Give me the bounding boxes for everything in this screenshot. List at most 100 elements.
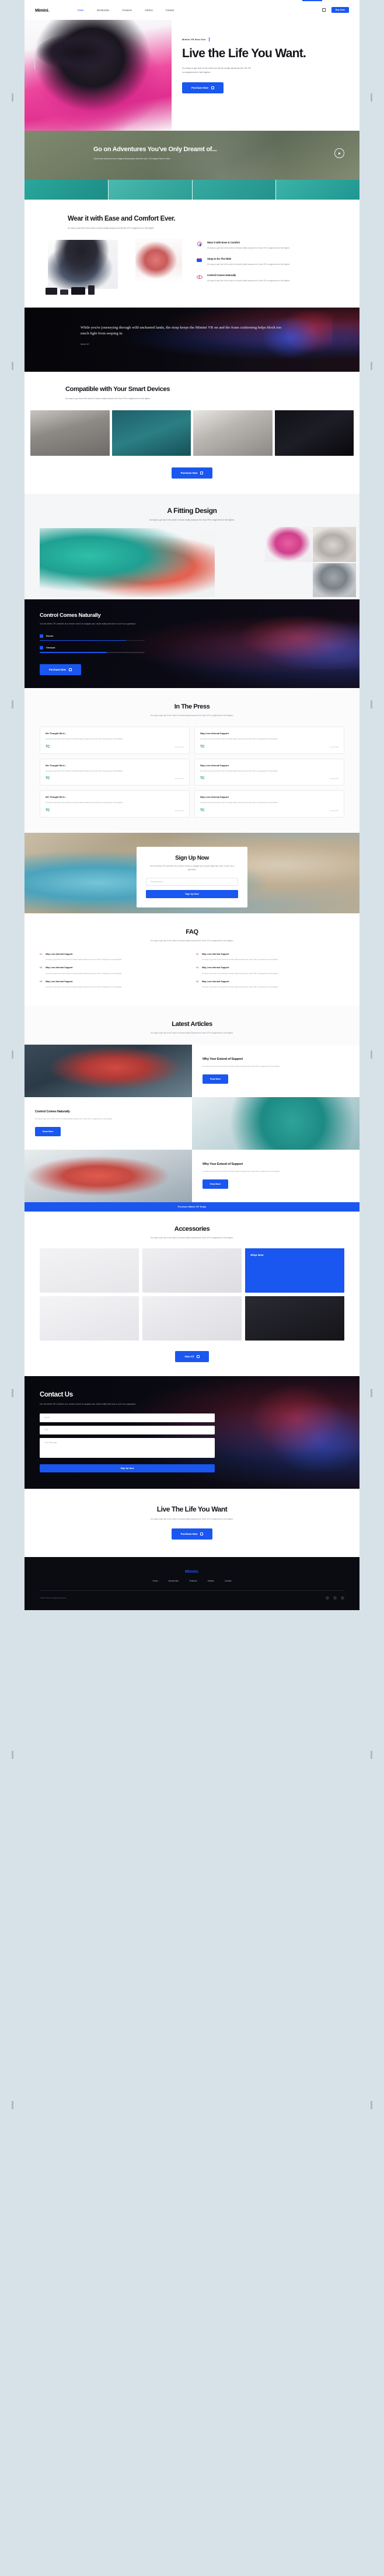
faq-item[interactable]: 02. Way Less Internal Support It's easy … (196, 953, 344, 962)
facebook-icon[interactable] (326, 1596, 329, 1600)
control-purchase-button[interactable]: Purchase Now (40, 664, 81, 675)
cart-icon[interactable] (322, 8, 326, 12)
footer-link-articles[interactable]: Articles (208, 1580, 214, 1582)
adventure-thumb[interactable] (108, 180, 193, 200)
press-card[interactable]: We Thought We'd... It's easy to get lost… (40, 790, 190, 818)
cart-icon (200, 1533, 204, 1536)
accessory-highlight-tile[interactable]: Shop Now (245, 1248, 344, 1293)
cart-icon (211, 86, 214, 90)
brand-dot: . (48, 7, 50, 13)
footer-link-introduction[interactable]: Introduction (169, 1580, 179, 1582)
fitting-side-image (313, 526, 356, 562)
accessory-tile[interactable] (142, 1296, 242, 1341)
article-read-more-button[interactable]: Read More (203, 1074, 229, 1084)
press-date: 12 Jan 2021 (174, 777, 184, 780)
press-logo: TC (46, 745, 50, 749)
wear-title: Wear it with Ease and Comfort Ever. (68, 215, 176, 222)
compatible-purchase-button[interactable]: Purchase Now (171, 467, 213, 479)
footer-link-contact[interactable]: Contact (225, 1580, 232, 1582)
article-image (192, 1097, 359, 1150)
page-root: Mimini. Home Introduction Features Artic… (0, 0, 384, 2109)
purchase-strip[interactable]: Purchase Mimini VR Today (25, 1202, 359, 1212)
contact-submit-button[interactable]: Sign Up Now (40, 1464, 215, 1472)
press-card[interactable]: Way Less Internal Support It's easy to g… (194, 758, 344, 786)
nav-link-home[interactable]: Home (77, 9, 83, 12)
adventure-copy: Go on Adventures You've Only Dreamt of..… (93, 146, 268, 161)
footer-social-group (326, 1596, 344, 1600)
control-bar-track (40, 652, 145, 653)
press-logo: TC (200, 809, 205, 812)
wear-visual (40, 238, 184, 295)
faq-item[interactable]: 04. Way Less Internal Support It's easy … (196, 966, 344, 975)
faq-answer: It's easy to get lost in the world of vi… (202, 958, 279, 961)
press-card-heading: Way Less Internal Support (200, 795, 229, 799)
footer-divider (40, 1590, 344, 1591)
faq-answer: It's easy to get lost in the world of vi… (46, 972, 123, 975)
press-logo: TC (46, 809, 50, 812)
final-purchase-button[interactable]: Purchase Now (171, 1528, 213, 1540)
feature-item: Control Comes Naturally It's easy to get… (196, 274, 344, 282)
compatible-gallery (25, 410, 359, 456)
faq-question: Way Less Internal Support (202, 966, 229, 969)
quote-section: While you're journeying through wild unc… (25, 307, 359, 372)
instagram-icon[interactable] (341, 1596, 344, 1600)
nav-link-articles[interactable]: Articles (145, 9, 153, 12)
article-read-more-button[interactable]: Read More (35, 1127, 61, 1137)
faq-question: Way Less Internal Support (202, 980, 229, 983)
accessory-tile[interactable] (245, 1296, 344, 1341)
article-image (25, 1044, 192, 1097)
article-card: Why Your Extend of Support It's easy to … (192, 1149, 359, 1202)
press-card[interactable]: We Thought We'd... It's easy to get lost… (40, 727, 190, 754)
press-card[interactable]: Way Less Internal Support It's easy to g… (194, 790, 344, 818)
adventure-thumb[interactable] (192, 180, 277, 200)
press-card-body: It's easy to get lost in the world of vi… (46, 769, 124, 772)
footer-link-home[interactable]: Home (153, 1580, 158, 1582)
adventure-thumb[interactable] (25, 180, 109, 200)
article-read-more-button[interactable]: Read More (203, 1179, 229, 1189)
signup-title: Sign Up Now (175, 855, 209, 861)
footer-logo[interactable]: Mimini. (40, 1570, 344, 1574)
play-icon[interactable] (334, 148, 344, 158)
scroll-label: SCROLL DOWN (25, 71, 27, 90)
nav-link-introduction[interactable]: Introduction (97, 9, 110, 12)
faq-item[interactable]: 03. Way Less Internal Support It's easy … (40, 966, 188, 975)
faq-item[interactable]: 05. Way Less Internal Support It's easy … (40, 980, 188, 989)
buy-now-button[interactable]: Buy Now (331, 7, 349, 13)
accessory-tile[interactable] (142, 1248, 242, 1293)
press-card-heading: We Thought We'd... (46, 795, 67, 799)
press-card-heading: We Thought We'd... (46, 763, 67, 767)
footer-link-features[interactable]: Features (189, 1580, 197, 1582)
quote-copy: While you're journeying through wild unc… (81, 325, 291, 345)
adventure-thumb[interactable] (276, 180, 359, 200)
signup-email-input[interactable]: Email Address (146, 878, 238, 886)
site-footer: Mimini. Home Introduction Features Artic… (25, 1557, 359, 1610)
accessory-tile[interactable] (40, 1248, 139, 1293)
fitting-title: A Fitting Design (167, 506, 217, 515)
accessory-tile[interactable] (40, 1296, 139, 1341)
control-section: Control Comes Naturally Use the Mimini V… (25, 599, 359, 688)
press-card[interactable]: Way Less Internal Support It's easy to g… (194, 727, 344, 754)
press-date: 12 Jan 2021 (174, 745, 184, 748)
nav-link-features[interactable]: Features (123, 9, 132, 12)
article-card: Why Your Extend of Support It's easy to … (192, 1044, 359, 1097)
faq-item[interactable]: 01. Way Less Internal Support It's easy … (40, 953, 188, 962)
article-heading: Why Your Extend of Support (203, 1163, 243, 1167)
signup-submit-button[interactable]: Sign Up Now (146, 890, 238, 899)
accessories-view-all-button[interactable]: View All (175, 1351, 209, 1363)
footer-brand-dot: . (198, 1570, 200, 1575)
faq-paragraph: It's easy to get lost in the world of vi… (151, 940, 233, 942)
compatible-section: Compatible with Your Smart Devices It's … (25, 371, 359, 494)
nav-link-contact[interactable]: Contact (166, 9, 174, 12)
contact-email-input[interactable]: Email (40, 1413, 215, 1422)
hero-purchase-button[interactable]: Purchase Now (182, 82, 224, 94)
feature-desc: It's easy to get lost in the world of vi… (207, 263, 290, 266)
brand-logo[interactable]: Mimini. (35, 7, 50, 13)
contact-message-textarea[interactable]: Your Message (40, 1437, 215, 1458)
cart-icon (68, 668, 72, 671)
faq-item[interactable]: 06. Way Less Internal Support It's easy … (196, 980, 344, 989)
contact-title-input[interactable]: Title (40, 1425, 215, 1434)
press-logo: TC (200, 777, 205, 781)
press-card[interactable]: We Thought We'd... It's easy to get lost… (40, 758, 190, 786)
quote-cite: Mimini VR (81, 343, 89, 346)
twitter-icon[interactable] (333, 1596, 337, 1600)
